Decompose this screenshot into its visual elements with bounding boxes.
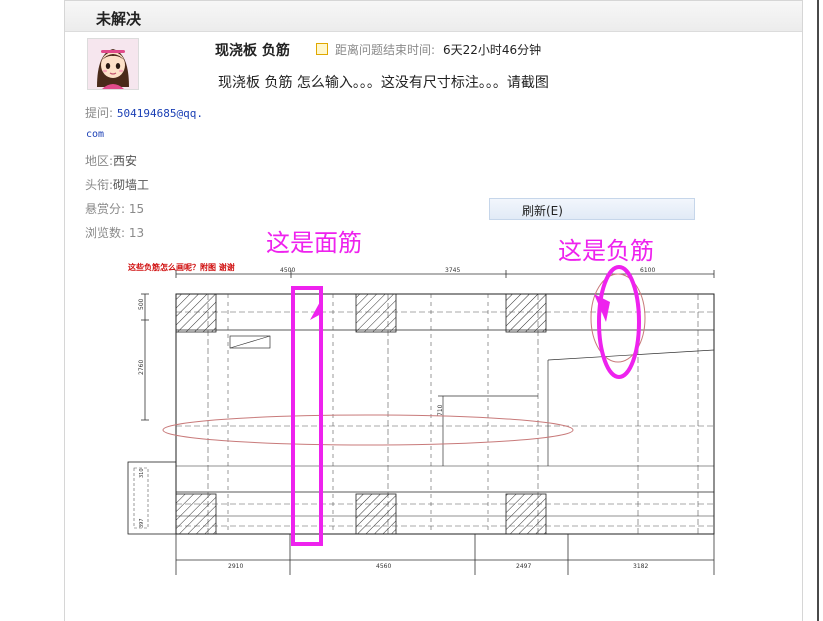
status-title: 未解决 xyxy=(96,10,142,28)
asker-link-continued[interactable]: com xyxy=(86,129,104,140)
remaining-time-label: 距离问题结束时间: xyxy=(335,43,436,57)
rank-label: 头衔: xyxy=(85,178,114,192)
clock-icon xyxy=(316,43,328,55)
cad-drawing: 这些负筋怎么画呢？附图 谢谢 4500 3745 6100 500 2760 7… xyxy=(127,229,715,575)
dim-left-1: 500 xyxy=(138,298,145,310)
dim-top-2: 3745 xyxy=(445,267,460,274)
remaining-time-value: 6天22小时46分钟 xyxy=(443,43,542,57)
window-edge xyxy=(817,0,819,621)
drawing-caption: 这些负筋怎么画呢？附图 谢谢 xyxy=(128,262,235,272)
dim-mid: 710 xyxy=(437,404,444,416)
asker-link[interactable]: 504194685@qq. xyxy=(117,107,203,120)
region-row: 地区:西安 xyxy=(85,152,137,169)
reward-label: 悬赏分: xyxy=(85,202,126,216)
dim-small-1: 310 xyxy=(139,468,145,478)
question-title: 现浇板 负筋 xyxy=(215,43,290,59)
dim-bottom-3: 2497 xyxy=(516,563,531,570)
reward-row: 悬赏分: 15 xyxy=(85,200,144,217)
neg-rebar-highlight xyxy=(597,265,641,379)
dim-top-3: 6100 xyxy=(640,267,655,274)
reward-value: 15 xyxy=(128,202,145,216)
status-bar: 未解决 xyxy=(65,1,802,32)
avatar-girl-icon xyxy=(88,39,138,89)
region-label: 地区: xyxy=(85,154,114,168)
asker-label: 提问: xyxy=(85,106,114,120)
highlight-ellipse xyxy=(162,414,574,446)
dim-bottom-1: 2910 xyxy=(228,563,243,570)
dim-left-2: 2760 xyxy=(138,360,145,375)
avatar[interactable] xyxy=(87,38,139,90)
rank-value: 砌墙工 xyxy=(113,178,150,192)
neg-rebar-arrow xyxy=(594,294,610,322)
dim-top-1: 4500 xyxy=(280,267,295,274)
dim-bottom-2: 4560 xyxy=(376,563,391,570)
asker-row: 提问: 504194685@qq. xyxy=(85,104,203,121)
rank-row: 头衔:砌墙工 xyxy=(85,176,149,193)
attachment-drawing[interactable]: 这些负筋怎么画呢？附图 谢谢 4500 3745 6100 500 2760 7… xyxy=(118,229,718,580)
region-value: 西安 xyxy=(113,154,138,168)
annotation-neg-rebar: 这是负筋 xyxy=(558,237,654,265)
annotation-face-rebar: 这是面筋 xyxy=(266,230,362,257)
dim-small-2: 397 xyxy=(139,518,145,528)
refresh-menu-item[interactable]: 刷新(E) xyxy=(489,198,695,220)
question-body: 现浇板 负筋 怎么输入。。。这没有尺寸标注。。。请截图 xyxy=(218,75,549,91)
dim-bottom-4: 3182 xyxy=(633,563,648,570)
